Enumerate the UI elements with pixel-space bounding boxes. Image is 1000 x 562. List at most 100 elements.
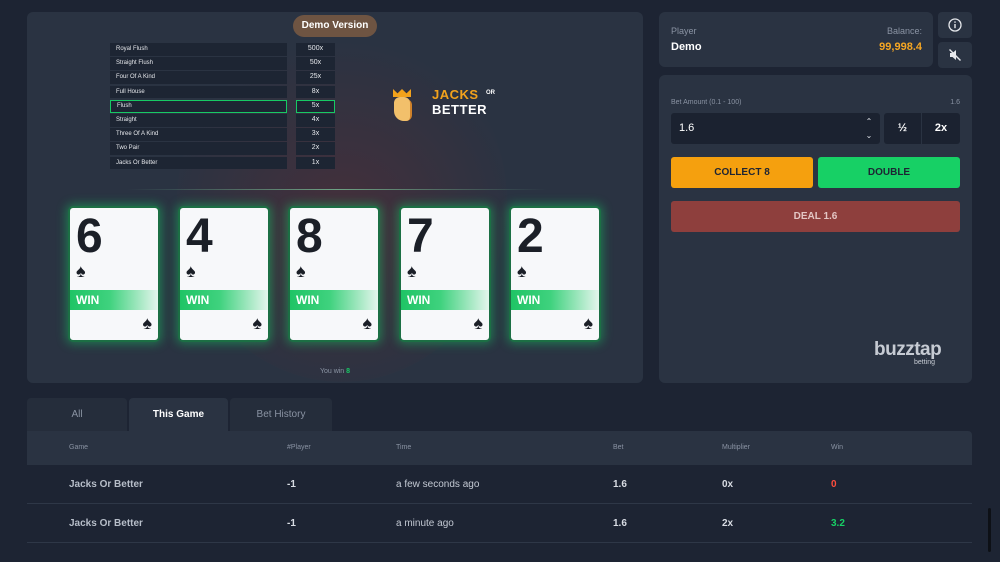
- chevron-down-icon[interactable]: ⌄: [866, 130, 873, 142]
- card-rank: 4: [186, 210, 213, 263]
- win-banner: WIN: [70, 290, 158, 310]
- half-bet-button[interactable]: ½: [884, 113, 921, 144]
- logo-better-text: BETTER: [432, 102, 487, 117]
- player-label: Player: [671, 26, 697, 36]
- paytable-row: Straight 4x: [110, 113, 336, 128]
- paytable-row: Three Of A Kind 3x: [110, 128, 336, 142]
- cell-game: Jacks Or Better: [69, 479, 143, 490]
- playing-card[interactable]: 4 ♠ WIN ♠: [178, 206, 270, 342]
- bet-controls-panel: Bet Amount (0.1 - 100) 1.6 1.6 ⌃ ⌄ ½ 2x …: [659, 75, 972, 383]
- cell-time: a minute ago: [396, 518, 454, 529]
- tab-bet-history[interactable]: Bet History: [230, 398, 332, 431]
- spade-icon: ♠: [252, 313, 262, 333]
- hand-multiplier: 2x: [296, 142, 335, 156]
- column-header: Bet: [613, 444, 624, 451]
- column-header: Win: [831, 444, 844, 451]
- jack-portrait-icon: [394, 97, 410, 121]
- paytable-row: Four Of A Kind 25x: [110, 71, 336, 85]
- collect-button[interactable]: COLLECT 8: [671, 157, 813, 188]
- win-result-amount: 8: [346, 368, 351, 375]
- game-board: Demo Version Royal Flush 500x Straight Fl…: [27, 12, 643, 383]
- column-header: Time: [396, 444, 412, 451]
- hand-name: Three Of A Kind: [110, 128, 287, 141]
- hand-name: Jacks Or Better: [110, 156, 287, 170]
- spade-icon: ♠: [296, 261, 306, 281]
- card-rank: 8: [296, 210, 323, 263]
- win-banner: WIN: [180, 290, 268, 310]
- spade-icon: ♠: [407, 261, 417, 281]
- hand-multiplier: 500x: [296, 43, 335, 56]
- cell-player: -1: [287, 518, 296, 529]
- win-banner: WIN: [401, 290, 489, 310]
- hand-multiplier: 8x: [296, 85, 335, 99]
- tab-this-game[interactable]: This Game: [129, 398, 228, 431]
- mute-icon: [949, 49, 961, 61]
- mute-button[interactable]: [938, 42, 972, 68]
- cell-win: 0: [831, 479, 837, 490]
- cell-win: 3.2: [831, 518, 845, 529]
- spade-icon: ♠: [517, 261, 527, 281]
- info-icon: [948, 18, 962, 32]
- win-banner: WIN: [511, 290, 599, 310]
- bet-amount-label: Bet Amount (0.1 - 100): [671, 99, 742, 106]
- spade-icon: ♠: [473, 313, 483, 333]
- logo-or-text: OR: [486, 90, 495, 96]
- playing-card[interactable]: 2 ♠ WIN ♠: [509, 206, 601, 342]
- hand-name: Straight Flush: [110, 57, 287, 70]
- brand-name: buzztap: [874, 339, 942, 360]
- card-rank: 2: [517, 210, 544, 263]
- spade-icon: ♠: [142, 313, 152, 333]
- hand-multiplier: 4x: [296, 113, 335, 127]
- win-label: WIN: [296, 293, 320, 307]
- logo-jacks-text: JACKS: [432, 87, 479, 102]
- win-label: WIN: [407, 293, 431, 307]
- double-bet-button[interactable]: 2x: [922, 113, 960, 144]
- hand-name: Four Of A Kind: [110, 71, 287, 85]
- double-button[interactable]: DOUBLE: [818, 157, 960, 188]
- cell-bet: 1.6: [613, 479, 627, 490]
- deal-button[interactable]: DEAL 1.6: [671, 201, 960, 232]
- hand-name: Flush: [110, 99, 287, 113]
- paytable: Royal Flush 500x Straight Flush 50x Four O…: [110, 43, 336, 171]
- column-header: #Player: [287, 444, 311, 451]
- win-result: You win 8: [27, 368, 643, 375]
- column-header: Multiplier: [722, 444, 751, 451]
- cell-player: -1: [287, 479, 296, 490]
- card-hand: 6 ♠ WIN ♠ 4 ♠ WIN ♠ 8 ♠ WIN ♠ 7 ♠ WIN ♠ …: [68, 206, 603, 342]
- table-header: Game #Player Time Bet Multiplier Win: [27, 431, 972, 465]
- hand-name: Two Pair: [110, 142, 287, 156]
- playing-card[interactable]: 7 ♠ WIN ♠: [399, 206, 491, 342]
- bet-stepper[interactable]: ⌃ ⌄: [863, 116, 875, 142]
- paytable-row: Jacks Or Better 1x: [110, 156, 336, 171]
- info-button[interactable]: [938, 12, 972, 38]
- paytable-row: Royal Flush 500x: [110, 43, 336, 57]
- player-name: Demo: [671, 41, 702, 53]
- spade-icon: ♠: [362, 313, 372, 333]
- hand-name: Royal Flush: [110, 43, 287, 56]
- paytable-row: Two Pair 2x: [110, 142, 336, 156]
- scrollbar-thumb[interactable]: [988, 508, 991, 552]
- bet-amount-input[interactable]: 1.6: [671, 113, 880, 144]
- win-label: WIN: [517, 293, 541, 307]
- demo-version-badge: Demo Version: [293, 15, 377, 37]
- playing-card[interactable]: 8 ♠ WIN ♠: [288, 206, 380, 342]
- chevron-up-icon[interactable]: ⌃: [866, 116, 873, 128]
- paytable-row-highlighted: Flush 5x: [110, 99, 336, 114]
- table-row: Jacks Or Better -1 a minute ago 1.6 2x 3…: [27, 504, 972, 543]
- hand-multiplier: 50x: [296, 57, 335, 70]
- spade-icon: ♠: [583, 313, 593, 333]
- card-rank: 7: [407, 210, 434, 263]
- paytable-row: Straight Flush 50x: [110, 57, 336, 71]
- hand-multiplier: 3x: [296, 128, 335, 141]
- playing-card[interactable]: 6 ♠ WIN ♠: [68, 206, 160, 342]
- balance-label: Balance:: [886, 26, 922, 36]
- win-label: WIN: [186, 293, 210, 307]
- jacks-or-better-logo: JACKS OR BETTER: [391, 87, 509, 131]
- tab-all[interactable]: All: [27, 398, 127, 431]
- hand-name: Straight: [110, 113, 287, 127]
- buzztap-logo: buzztap betting: [874, 339, 960, 369]
- cell-multiplier: 2x: [722, 518, 734, 529]
- hand-multiplier: 1x: [296, 156, 335, 170]
- win-banner: WIN: [290, 290, 378, 310]
- balance-value: 99,998.4: [879, 41, 922, 53]
